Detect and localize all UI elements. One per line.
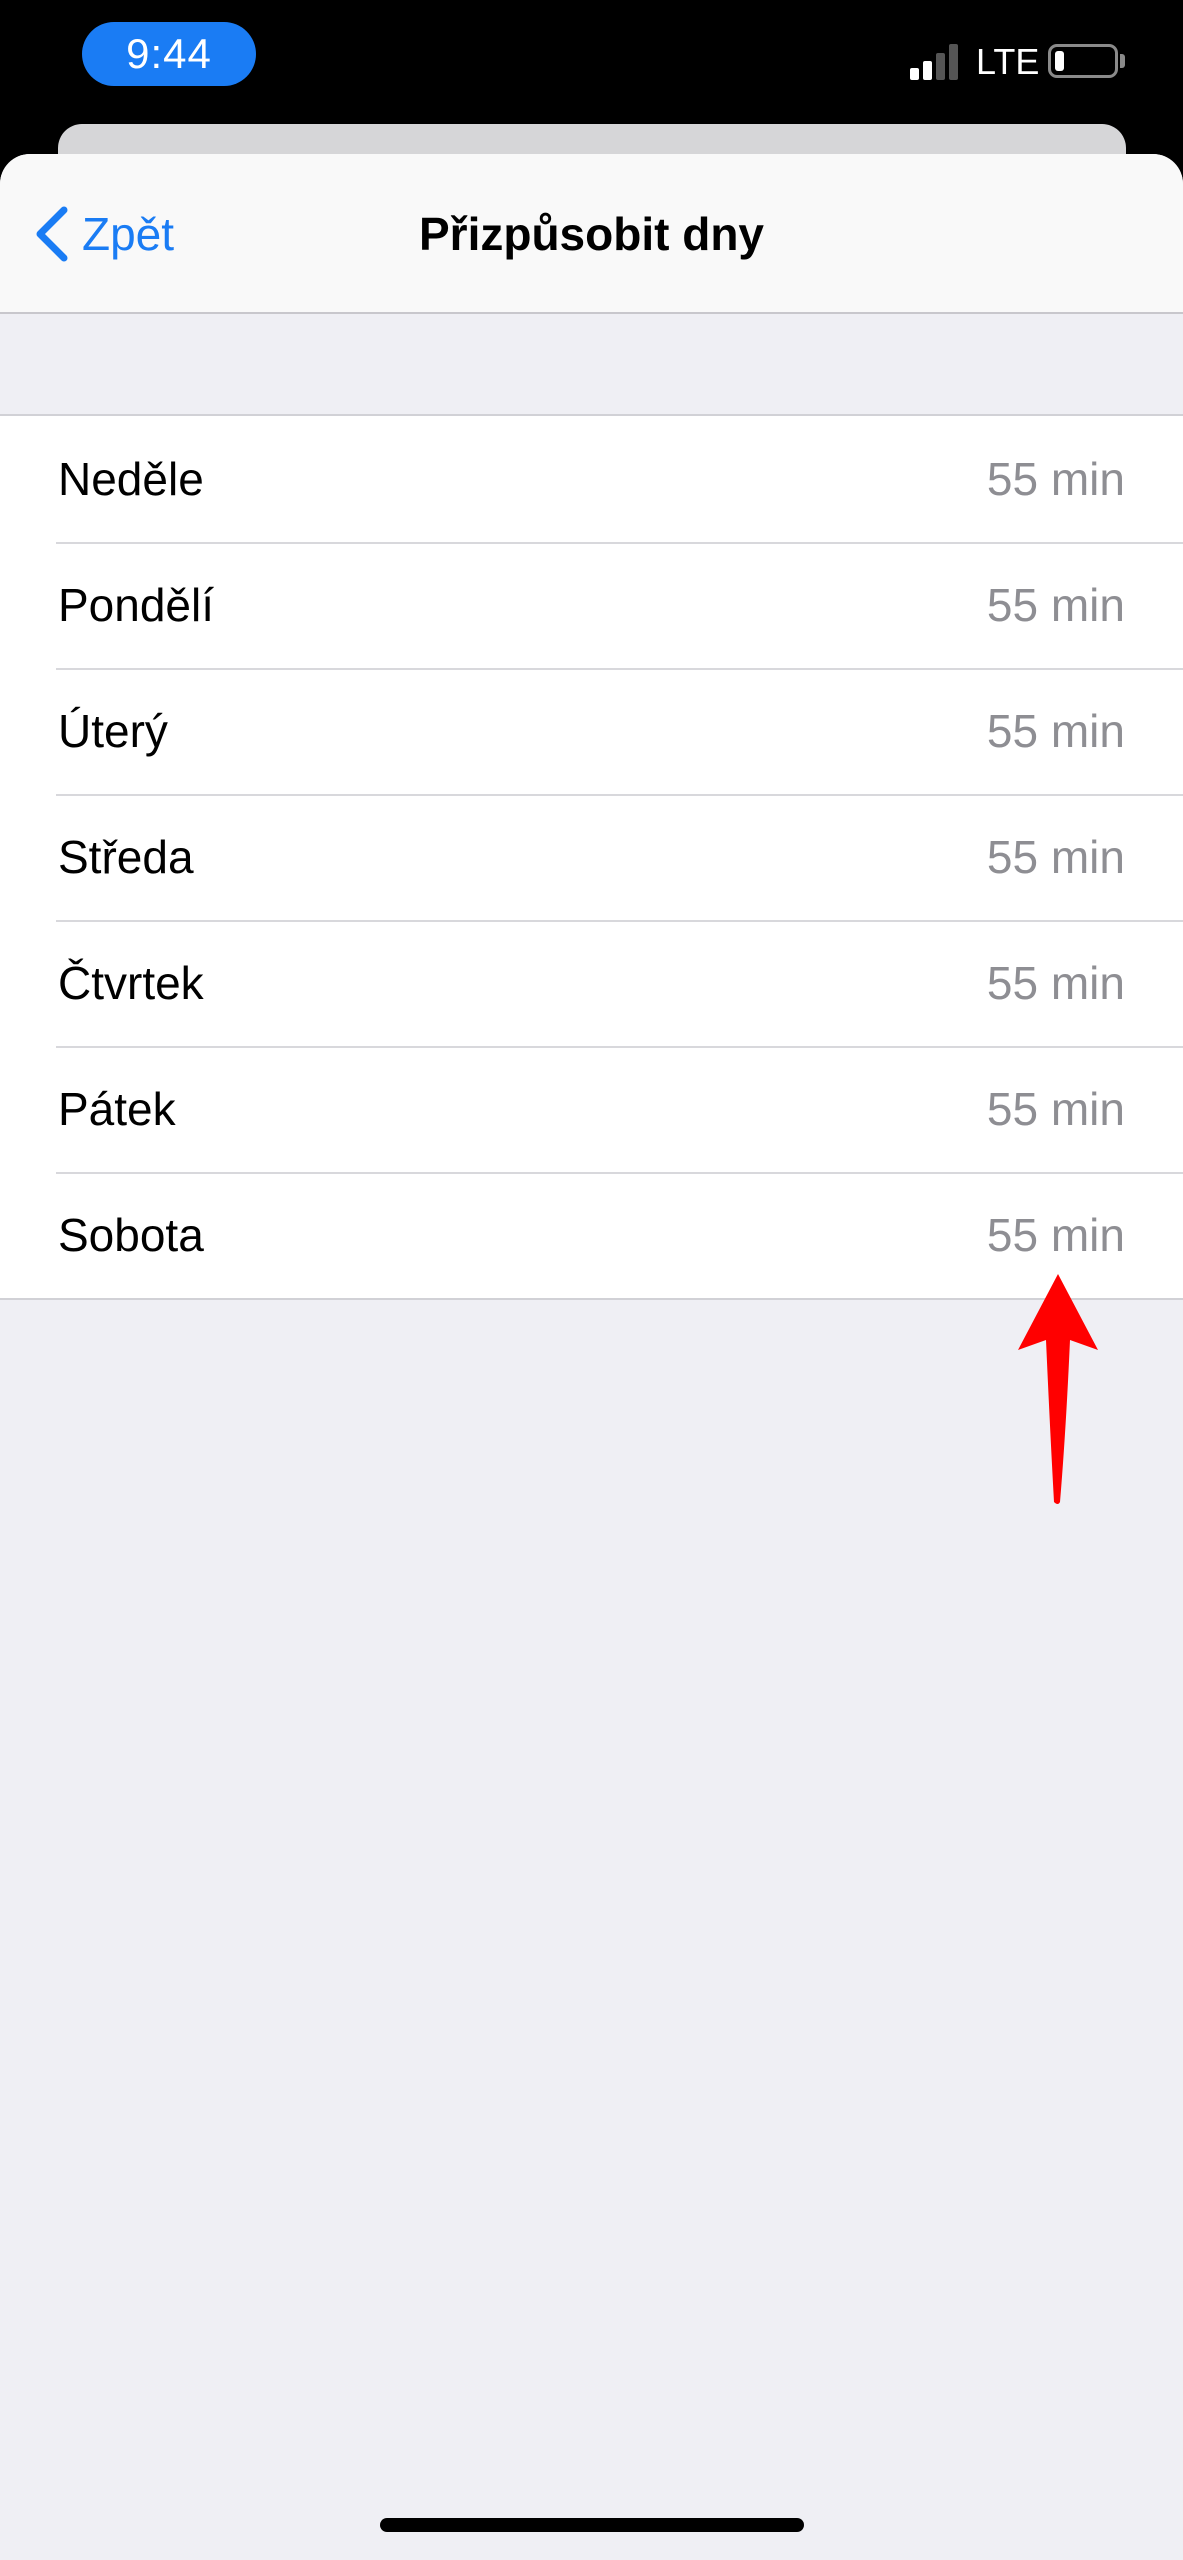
day-duration: 55 min [986, 1083, 1125, 1135]
red-arrow-icon [1018, 1274, 1098, 1504]
day-duration: 55 min [986, 453, 1125, 505]
days-list: Neděle 55 min Pondělí 55 min Úterý 55 mi… [0, 414, 1183, 1300]
status-time[interactable]: 9:44 [82, 22, 256, 86]
day-duration: 55 min [986, 831, 1125, 883]
day-duration: 55 min [986, 1209, 1125, 1261]
day-label: Sobota [58, 1209, 204, 1261]
day-label: Středa [58, 831, 194, 883]
list-item-day[interactable]: Úterý 55 min [0, 668, 1183, 794]
day-label: Pondělí [58, 579, 215, 631]
screen: 9:44 LTE Zpět Přizpůsobit dny Neděle 55 … [0, 0, 1183, 2560]
day-duration: 55 min [986, 579, 1125, 631]
sheet: Zpět Přizpůsobit dny Neděle 55 min Pondě… [0, 154, 1183, 2560]
list-item-day[interactable]: Pondělí 55 min [0, 542, 1183, 668]
page-title: Přizpůsobit dny [419, 208, 764, 260]
day-duration: 55 min [986, 705, 1125, 757]
list-item-day[interactable]: Pátek 55 min [0, 1046, 1183, 1172]
network-type: LTE [976, 41, 1040, 82]
list-item-day[interactable]: Neděle 55 min [0, 416, 1183, 542]
day-duration: 55 min [986, 957, 1125, 1009]
battery-tip [1120, 54, 1125, 68]
list-item-day[interactable]: Středa 55 min [0, 794, 1183, 920]
day-label: Pátek [58, 1083, 176, 1135]
day-label: Čtvrtek [58, 957, 204, 1009]
cellular-signal-icon [910, 44, 962, 80]
home-indicator[interactable] [380, 2518, 804, 2532]
navigation-bar: Zpět Přizpůsobit dny [0, 154, 1183, 314]
list-item-day[interactable]: Čtvrtek 55 min [0, 920, 1183, 1046]
day-label: Neděle [58, 453, 204, 505]
battery-icon [1048, 44, 1118, 78]
day-label: Úterý [58, 705, 168, 757]
status-bar: 9:44 LTE [0, 0, 1183, 130]
list-item-day[interactable]: Sobota 55 min [0, 1172, 1183, 1298]
